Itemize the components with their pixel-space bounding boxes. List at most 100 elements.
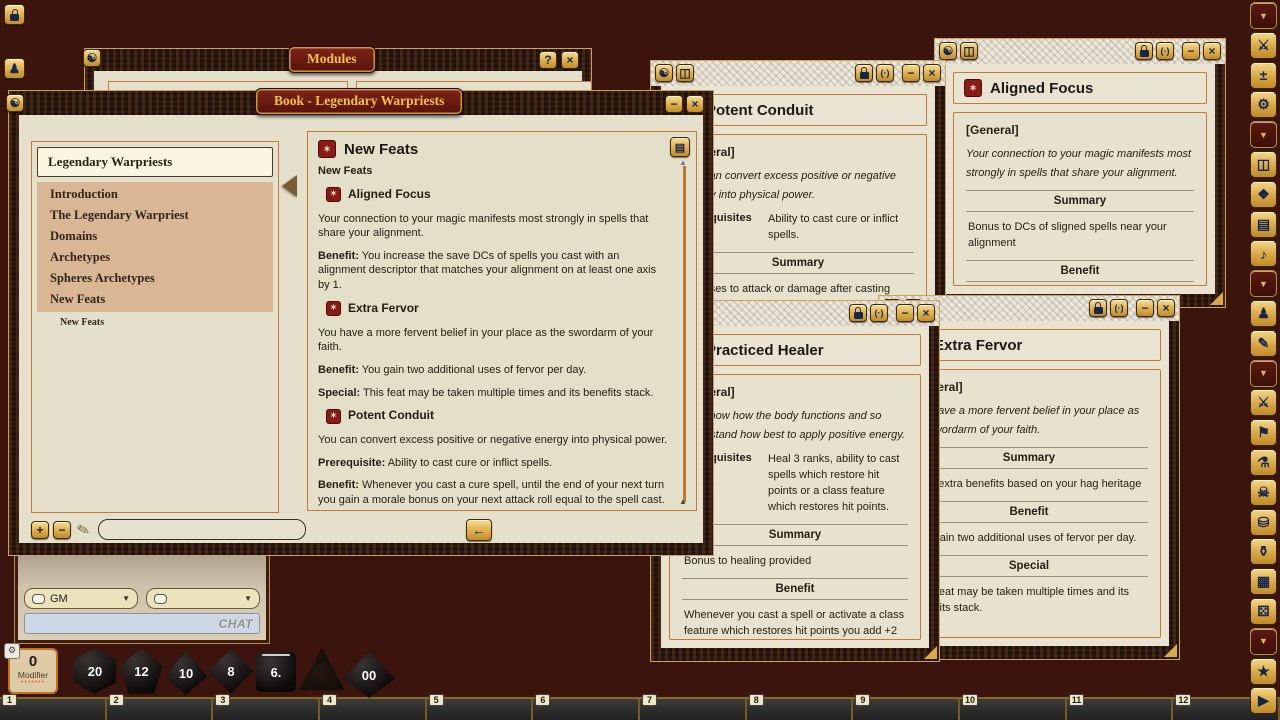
- hotkey-slot[interactable]: 4: [320, 699, 427, 720]
- resize-grip[interactable]: [1164, 644, 1177, 657]
- close-button[interactable]: ×: [686, 95, 704, 113]
- section-collapse-button[interactable]: ▼: [1250, 360, 1277, 387]
- add-button[interactable]: +: [31, 521, 49, 539]
- broadcast-icon[interactable]: (·): [876, 64, 894, 82]
- feat-heading-aligned-focus[interactable]: ✶ Aligned Focus: [326, 187, 670, 203]
- close-button[interactable]: ×: [1203, 42, 1221, 60]
- speaker-dropdown[interactable]: GM ▼: [24, 588, 138, 609]
- d6-die[interactable]: 6.: [256, 652, 296, 692]
- sidebar-challenge-button[interactable]: ⚙: [1250, 91, 1277, 118]
- book-nav-root[interactable]: Legendary Warpriests: [37, 147, 273, 177]
- sidebar-items-button[interactable]: ⚗: [1250, 449, 1277, 476]
- scroll-up-icon[interactable]: ▲: [679, 158, 687, 167]
- close-button[interactable]: ×: [561, 51, 579, 69]
- hotkey-slot[interactable]: 7: [640, 699, 747, 720]
- d12-die[interactable]: 12: [119, 648, 164, 694]
- hotkey-slot[interactable]: 2: [107, 699, 214, 720]
- broadcast-icon[interactable]: (·): [870, 304, 888, 322]
- broadcast-icon[interactable]: (·): [1156, 42, 1174, 60]
- close-button[interactable]: ×: [917, 304, 935, 322]
- window-title[interactable]: Book - Legendary Warpriests: [255, 88, 463, 115]
- back-button[interactable]: ←: [466, 519, 492, 541]
- section-collapse-button[interactable]: ▼: [1250, 270, 1277, 297]
- hotkey-slot[interactable]: 5: [427, 699, 534, 720]
- hotkey-slot[interactable]: 6: [533, 699, 640, 720]
- resize-grip[interactable]: [1210, 292, 1223, 305]
- sidebar-effects-button[interactable]: ★: [1250, 658, 1277, 685]
- nav-item-the-legendary-warpriest[interactable]: The Legendary Warpriest: [37, 205, 273, 226]
- sidebar-library-button[interactable]: ▦: [1250, 568, 1277, 595]
- sidebar-imagery-button[interactable]: ▤: [1250, 211, 1277, 238]
- voice-dropdown[interactable]: ▼: [146, 588, 260, 609]
- sidebar-combat-tracker-button[interactable]: ⚔: [1250, 32, 1277, 59]
- sidebar-sound-button[interactable]: ♪: [1250, 240, 1277, 267]
- character-portrait-button[interactable]: ♟: [4, 58, 25, 79]
- lock-icon[interactable]: [849, 304, 867, 322]
- d8-die[interactable]: 8: [209, 648, 253, 694]
- lock-icon[interactable]: [855, 64, 873, 82]
- window-titlebar[interactable]: ☯ ◫ (·) − ×: [935, 39, 1225, 64]
- nav-collapse-arrow[interactable]: [282, 175, 297, 197]
- help-button[interactable]: ?: [539, 51, 557, 69]
- hotkey-slot[interactable]: 1: [0, 699, 107, 720]
- nav-item-new-feats[interactable]: New Feats: [37, 289, 273, 310]
- sidebar-play-button[interactable]: ▶: [1250, 687, 1277, 714]
- minimize-button[interactable]: −: [1182, 42, 1200, 60]
- minimize-button[interactable]: −: [896, 304, 914, 322]
- resize-grip[interactable]: [924, 646, 937, 659]
- hotkey-slot[interactable]: 11: [1067, 699, 1174, 720]
- sidebar-campaign-button[interactable]: ◫: [1250, 151, 1277, 178]
- remove-button[interactable]: −: [53, 521, 71, 539]
- sidebar-modifiers-button[interactable]: ±: [1250, 62, 1277, 89]
- close-button[interactable]: ×: [923, 64, 941, 82]
- minimize-button[interactable]: −: [902, 64, 920, 82]
- window-title[interactable]: Modules: [288, 46, 376, 73]
- section-collapse-button[interactable]: ▼: [1250, 2, 1277, 29]
- lock-icon[interactable]: [1135, 42, 1153, 60]
- minimize-button[interactable]: −: [665, 95, 683, 113]
- scroll-down-icon[interactable]: ▲: [679, 497, 687, 506]
- sidebar-quests-button[interactable]: ⚱: [1250, 538, 1277, 565]
- sidebar-tables-button[interactable]: ⚄: [1250, 598, 1277, 625]
- section-collapse-button[interactable]: ▼: [1250, 628, 1277, 655]
- d4-die[interactable]: [299, 648, 345, 692]
- gear-icon[interactable]: ⚙: [4, 643, 20, 659]
- nav-subitem-new-feats[interactable]: New Feats: [32, 312, 278, 328]
- modifier-box[interactable]: ⚙ 0 Modifier •••••••: [8, 648, 58, 694]
- broadcast-icon[interactable]: (·): [1110, 299, 1128, 317]
- lock-icon[interactable]: [1089, 299, 1107, 317]
- nav-item-spheres-archetypes[interactable]: Spheres Archetypes: [37, 268, 273, 289]
- sidebar-notes-button[interactable]: ✎: [1250, 330, 1277, 357]
- hotkey-slot[interactable]: 10: [960, 699, 1067, 720]
- sidebar-extensions-button[interactable]: ❖: [1250, 181, 1277, 208]
- section-collapse-button[interactable]: ▼: [1250, 121, 1277, 148]
- scrollbar[interactable]: ▲ ▲: [683, 166, 686, 502]
- nav-item-archetypes[interactable]: Archetypes: [37, 247, 273, 268]
- window-panel-icon[interactable]: ◫: [676, 64, 694, 82]
- feat-heading-potent-conduit[interactable]: ✶ Potent Conduit: [326, 408, 670, 424]
- jump-to-library-button[interactable]: ▤: [670, 137, 690, 157]
- fg-dragon-icon[interactable]: ☯: [939, 42, 957, 60]
- hotkey-slot[interactable]: 9: [853, 699, 960, 720]
- hotkey-slot[interactable]: 8: [747, 699, 854, 720]
- minimize-button[interactable]: −: [1136, 299, 1154, 317]
- lock-button[interactable]: [4, 4, 25, 25]
- window-titlebar[interactable]: ☯ ◫ (·) − ×: [651, 61, 945, 86]
- sidebar-maps-button[interactable]: ⚑: [1250, 419, 1277, 446]
- d20-die[interactable]: 20: [72, 648, 118, 694]
- window-panel-icon[interactable]: ◫: [960, 42, 978, 60]
- feat-heading-extra-fervor[interactable]: ✶ Extra Fervor: [326, 301, 670, 317]
- nav-item-domains[interactable]: Domains: [37, 226, 273, 247]
- d10-die[interactable]: 10: [165, 651, 207, 695]
- close-button[interactable]: ×: [1157, 299, 1175, 317]
- fg-dragon-icon[interactable]: ☯: [655, 64, 673, 82]
- sidebar-characters-button[interactable]: ♟: [1250, 300, 1277, 327]
- sidebar-treasure-button[interactable]: ⛁: [1250, 509, 1277, 536]
- d100-die[interactable]: 00: [343, 652, 395, 698]
- sidebar-npcs-button[interactable]: ☠: [1250, 479, 1277, 506]
- chat-input[interactable]: CHAT: [24, 613, 260, 634]
- nav-item-introduction[interactable]: Introduction: [37, 184, 273, 205]
- hotkey-slot[interactable]: 3: [213, 699, 320, 720]
- book-search-input[interactable]: [98, 519, 306, 540]
- sidebar-encounters-button[interactable]: ⚔: [1250, 389, 1277, 416]
